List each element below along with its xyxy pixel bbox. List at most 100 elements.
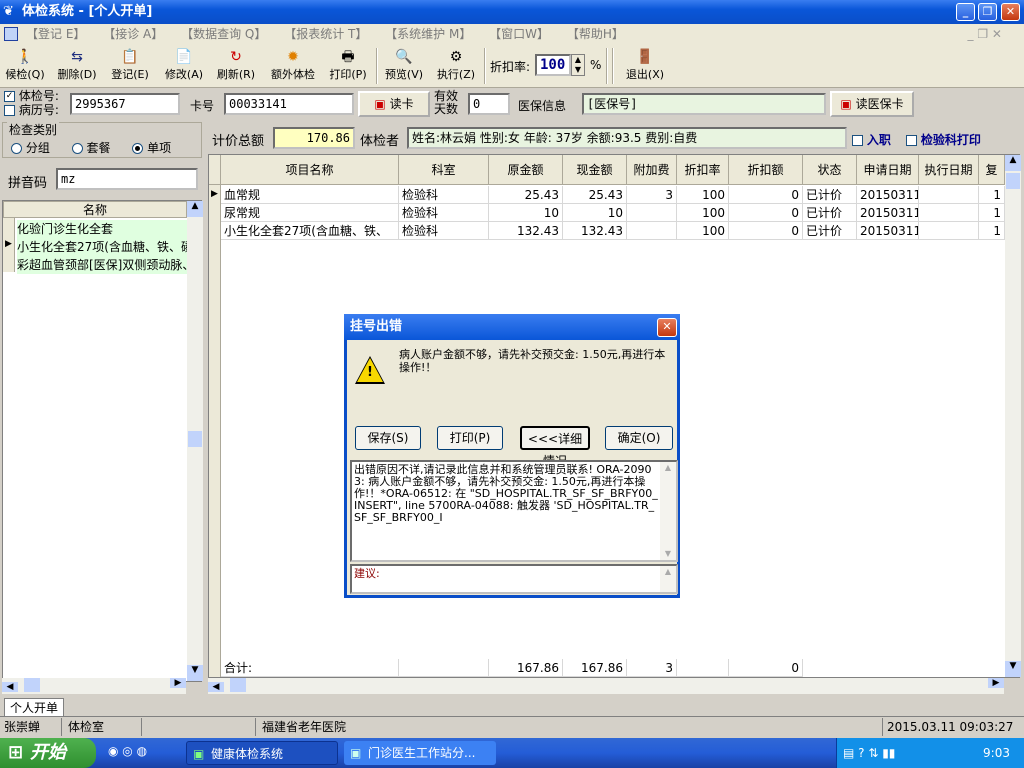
menu-query[interactable]: 【数据查询 Q】 <box>181 27 266 41</box>
dialog-details-button[interactable]: <<<详细情况 <box>520 426 590 468</box>
wait-check-button[interactable]: 🚶 候检(Q) <box>4 48 46 84</box>
option-group[interactable]: 分组 <box>11 141 50 155</box>
col-apply-date[interactable]: 申请日期 <box>857 155 919 185</box>
grid-horizontal-scrollbar[interactable]: ◀ ▶ <box>208 678 1004 694</box>
minimize-button[interactable]: _ <box>956 3 975 21</box>
read-card-button[interactable]: ▣ 读卡 <box>358 91 430 117</box>
exam-no-input[interactable]: 2995367 <box>70 93 180 115</box>
cell-review[interactable]: 1 <box>979 204 1005 222</box>
discount-spinner[interactable]: ▲ ▼ <box>571 54 585 76</box>
register-button[interactable]: 📋 登记(E) <box>108 48 152 84</box>
cell-orig-amount[interactable]: 10 <box>489 204 563 222</box>
cell-item-name[interactable]: 血常规 <box>221 186 399 204</box>
record-no-checkbox[interactable] <box>4 105 15 116</box>
quicklaunch-icons[interactable]: ◉ ◎ ◍ <box>108 744 147 758</box>
lab-print-checkbox[interactable]: 检验科打印 <box>906 131 981 148</box>
cell-extra-fee[interactable]: 3 <box>627 186 677 204</box>
menu-report[interactable]: 【报表统计 T】 <box>284 27 367 41</box>
col-exec-date[interactable]: 执行日期 <box>919 155 979 185</box>
start-button[interactable]: ⊞ 开始 <box>0 738 96 768</box>
cell-apply-date[interactable]: 20150311 <box>857 222 919 240</box>
list-item[interactable]: 彩超血管颈部[医保]双侧颈动脉、 <box>17 256 187 274</box>
col-review[interactable]: 复 <box>979 155 1005 185</box>
grid-vertical-scrollbar[interactable]: ▲ ▼ <box>1005 155 1021 677</box>
cell-apply-date[interactable]: 20150311 <box>857 186 919 204</box>
col-cur-amount[interactable]: 现金额 <box>563 155 627 185</box>
cell-extra-fee[interactable] <box>627 222 677 240</box>
extra-exam-button[interactable]: ✹ 额外体检 <box>267 48 319 84</box>
list-vertical-scrollbar[interactable]: ▲ ▼ <box>187 201 203 681</box>
col-dept[interactable]: 科室 <box>399 155 489 185</box>
error-detail-text[interactable]: 出错原因不详,请记录此信息并和系统管理员联系! ORA-20903: 病人账户金… <box>350 460 678 562</box>
modify-button[interactable]: 📄 修改(A) <box>162 48 206 84</box>
cell-status[interactable]: 已计价 <box>803 222 857 240</box>
cell-extra-fee[interactable] <box>627 204 677 222</box>
cell-cur-amount[interactable]: 25.43 <box>563 186 627 204</box>
tray-icons[interactable]: ▤ ? ⇅ ▮▮ <box>843 738 895 768</box>
discount-input[interactable]: 100 <box>535 54 571 76</box>
print-button[interactable]: 🖶 打印(P) <box>326 48 370 84</box>
list-item[interactable]: 化验门诊生化全套 <box>17 220 187 238</box>
list-horizontal-scrollbar[interactable]: ◀ ▶ <box>2 678 186 694</box>
task-clinic-workstation[interactable]: ▣ 门诊医生工作站分... <box>344 741 496 765</box>
cell-orig-amount[interactable]: 132.43 <box>489 222 563 240</box>
cell-status[interactable]: 已计价 <box>803 186 857 204</box>
col-item-name[interactable]: 项目名称 <box>221 155 399 185</box>
cell-review[interactable]: 1 <box>979 222 1005 240</box>
dialog-close-button[interactable]: ✕ <box>657 318 677 337</box>
card-no-input[interactable]: 00033141 <box>224 93 354 115</box>
cell-item-name[interactable]: 小生化全套27项(含血糖、铁、 <box>221 222 399 240</box>
cell-dept[interactable]: 检验科 <box>399 186 489 204</box>
detail-scrollbar[interactable]: ▲ ▼ <box>660 462 676 560</box>
delete-button[interactable]: ⇆ 删除(D) <box>56 48 98 84</box>
cell-orig-amount[interactable]: 25.43 <box>489 186 563 204</box>
cell-apply-date[interactable]: 20150311 <box>857 204 919 222</box>
cell-cur-amount[interactable]: 132.43 <box>563 222 627 240</box>
cell-dept[interactable]: 检验科 <box>399 204 489 222</box>
cell-cur-amount[interactable]: 10 <box>563 204 627 222</box>
task-health-exam[interactable]: ▣ 健康体检系统 <box>186 741 338 765</box>
cell-discount-rate[interactable]: 100 <box>677 222 729 240</box>
col-discount-rate[interactable]: 折扣率 <box>677 155 729 185</box>
cell-status[interactable]: 已计价 <box>803 204 857 222</box>
cell-discount-rate[interactable]: 100 <box>677 204 729 222</box>
cell-discount-rate[interactable]: 100 <box>677 186 729 204</box>
window-title-bar[interactable]: ❦ 体检系统 - [个人开单] _ ❐ ✕ <box>0 0 1024 24</box>
cell-review[interactable]: 1 <box>979 186 1005 204</box>
suggestion-field[interactable]: 建议: ▲ <box>350 564 678 594</box>
option-package[interactable]: 套餐 <box>71 141 111 155</box>
menu-window[interactable]: 【窗口W】 <box>489 27 549 41</box>
dialog-save-button[interactable]: 保存(S) <box>355 426 421 450</box>
close-button[interactable]: ✕ <box>1001 3 1020 21</box>
menu-register[interactable]: 【登记 E】 <box>26 27 85 41</box>
enter-job-checkbox[interactable]: 入职 <box>852 131 891 148</box>
cell-dept[interactable]: 检验科 <box>399 222 489 240</box>
menu-help[interactable]: 【帮助H】 <box>567 27 624 41</box>
cell-exec-date[interactable] <box>919 222 979 240</box>
cell-item-name[interactable]: 尿常规 <box>221 204 399 222</box>
dialog-ok-button[interactable]: 确定(O) <box>605 426 673 450</box>
dialog-title-bar[interactable]: 挂号出错 ✕ <box>344 314 680 340</box>
col-discount-amount[interactable]: 折扣额 <box>729 155 803 185</box>
read-insurance-button[interactable]: ▣ 读医保卡 <box>830 91 914 117</box>
valid-days-input[interactable]: 0 <box>468 93 510 115</box>
cell-discount-amount[interactable]: 0 <box>729 204 803 222</box>
col-status[interactable]: 状态 <box>803 155 857 185</box>
dialog-print-button[interactable]: 打印(P) <box>437 426 503 450</box>
execute-button[interactable]: ⚙ 执行(Z) <box>434 48 478 84</box>
col-extra-fee[interactable]: 附加费 <box>627 155 677 185</box>
cell-discount-amount[interactable]: 0 <box>729 222 803 240</box>
list-item[interactable]: 小生化全套27项(含血糖、铁、磷 <box>17 238 187 256</box>
preview-button[interactable]: 🔍 预览(V) <box>382 48 426 84</box>
tab-personal-order[interactable]: 个人开单 <box>4 698 64 716</box>
exam-no-checkbox[interactable]: ✓ <box>4 91 15 102</box>
cell-exec-date[interactable] <box>919 204 979 222</box>
col-orig-amount[interactable]: 原金额 <box>489 155 563 185</box>
cell-discount-amount[interactable]: 0 <box>729 186 803 204</box>
menu-maintenance[interactable]: 【系统维护 M】 <box>385 27 471 41</box>
mdi-controls[interactable]: _ ❐ ✕ <box>968 24 1002 44</box>
cell-exec-date[interactable] <box>919 186 979 204</box>
exit-button[interactable]: 🚪 退出(X) <box>622 48 668 84</box>
menu-reception[interactable]: 【接诊 A】 <box>103 27 163 41</box>
pinyin-input[interactable]: mz <box>56 168 198 190</box>
